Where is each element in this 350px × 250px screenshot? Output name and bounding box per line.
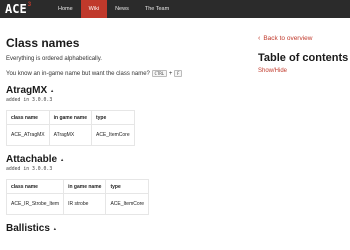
class-table: class name in game name type ACE_IR_Stro… — [5, 179, 150, 216]
section-ballistics: Ballistics ▲ — [6, 223, 246, 235]
page-title: Class names — [6, 36, 80, 50]
search-hint-text: You know an in-game name but want the cl… — [6, 71, 150, 78]
column-header: in game name — [63, 179, 107, 195]
class-table: class name in game name type ACE_ATragMX… — [6, 110, 135, 147]
main-nav: Home Wiki News The Team — [50, 0, 177, 18]
back-to-overview-link[interactable]: ‹ Back to overview — [258, 34, 350, 44]
column-header: type — [105, 179, 150, 195]
nav-wiki[interactable]: Wiki — [80, 0, 108, 18]
added-version: added in 3.0.0.3 — [6, 167, 53, 173]
table-cell: ACE_ItemCore — [105, 193, 150, 216]
caret-up-icon: ▲ — [50, 88, 55, 94]
section-heading[interactable]: Attachable ▲ — [6, 154, 246, 166]
nav-home[interactable]: Home — [50, 0, 81, 18]
table-header-row: class name in game name type — [5, 179, 150, 195]
column-header: in game name — [48, 110, 92, 126]
table-header-row: class name in game name type — [6, 110, 135, 126]
ctrl-key: CTRL — [151, 70, 168, 77]
toc-title: Table of contents — [258, 52, 349, 64]
f-key: F — [174, 70, 183, 77]
column-header: class name — [6, 110, 50, 126]
table-row: ACE_ATragMX ATragMX ACE_ItemCore — [6, 124, 135, 147]
section-atragmx: AtragMX ▲ added in 3.0.0.3 class name in… — [6, 85, 246, 147]
section-title: AtragMX — [6, 85, 48, 97]
table-cell: ACE_ItemCore — [90, 124, 135, 147]
caret-up-icon: ▲ — [52, 226, 57, 232]
back-label: Back to overview — [263, 35, 313, 42]
section-title: Ballistics — [6, 223, 50, 235]
added-version: added in 3.0.0.3 — [6, 98, 53, 104]
section-title: Attachable — [6, 154, 58, 166]
column-header: class name — [5, 179, 65, 195]
plus-sign: + — [168, 71, 173, 78]
sidebar: ‹ Back to overview Table of contents Sho… — [258, 34, 350, 75]
toc-toggle-link[interactable]: Show/Hide — [258, 67, 350, 75]
chevron-left-icon: ‹ — [258, 35, 261, 42]
section-heading[interactable]: Ballistics ▲ — [6, 223, 246, 235]
section-heading[interactable]: AtragMX ▲ — [6, 85, 246, 97]
top-nav-bar: ACE 3 Home Wiki News The Team — [0, 0, 350, 18]
logo-text: ACE — [5, 2, 27, 16]
nav-news[interactable]: News — [107, 0, 137, 18]
table-cell: ACE_IR_Strobe_Item — [5, 193, 65, 216]
section-attachable: Attachable ▲ added in 3.0.0.3 class name… — [5, 154, 246, 216]
column-header: type — [90, 110, 135, 126]
main-content: Class names Everything is ordered alphab… — [5, 36, 246, 235]
table-cell: ACE_ATragMX — [6, 124, 50, 147]
intro-text: Everything is ordered alphabetically. — [6, 56, 102, 62]
nav-the-team[interactable]: The Team — [137, 0, 177, 18]
search-hint: You know an in-game name but want the cl… — [6, 70, 246, 78]
logo-superscript: 3 — [27, 2, 32, 8]
table-row: ACE_IR_Strobe_Item IR strobe ACE_ItemCor… — [5, 193, 150, 216]
ace3-logo[interactable]: ACE 3 — [5, 2, 31, 16]
table-cell: IR strobe — [63, 193, 107, 216]
caret-up-icon: ▲ — [60, 157, 65, 163]
table-cell: ATragMX — [48, 124, 92, 147]
